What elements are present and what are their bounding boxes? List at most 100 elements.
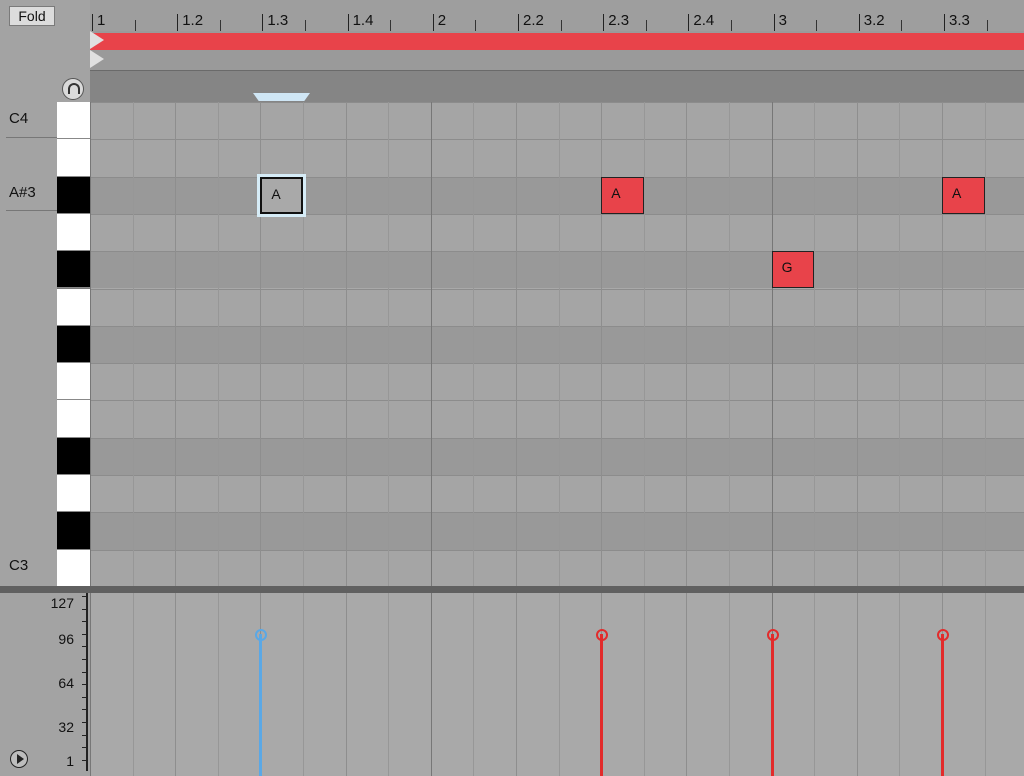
ruler-label: 1.3 (267, 12, 289, 29)
grid-line (558, 593, 560, 776)
grid-line (260, 102, 262, 586)
grid-line (856, 102, 858, 586)
start-marker-icon[interactable] (90, 50, 104, 68)
lane-divider (90, 213, 1024, 215)
grid-line (686, 593, 688, 776)
note-name-label: A#3 (9, 184, 36, 201)
velocity-scale-label: 1 (66, 753, 74, 769)
ruler-label: 2.2 (523, 12, 544, 29)
beat-ruler[interactable]: 1 1.2 1.3 1.4 2 2.2 2.3 2.4 3 3.2 3.3 (90, 0, 1024, 32)
start-marker-strip (90, 51, 1024, 70)
fold-button[interactable]: Fold (9, 6, 55, 26)
key-lane (90, 325, 1024, 364)
scroll-position-thumb[interactable] (253, 93, 310, 101)
velocity-bar[interactable] (770, 634, 774, 776)
ruler-tick (92, 14, 93, 31)
ruler-tick (773, 14, 775, 31)
grid-line (132, 102, 134, 586)
white-key[interactable] (57, 549, 90, 587)
black-key[interactable] (57, 251, 90, 289)
ruler-tick (432, 14, 434, 31)
black-key[interactable] (57, 437, 90, 475)
lane-divider (90, 325, 1024, 327)
key-lane (90, 102, 1024, 140)
loop-start-marker-icon[interactable] (90, 31, 104, 49)
note-name-label: C4 (9, 110, 29, 127)
loop-brace[interactable] (90, 33, 1024, 50)
grid-line (90, 102, 91, 586)
velocity-scale-tick (82, 608, 88, 610)
ruler-tick (858, 14, 860, 31)
white-key[interactable] (57, 139, 90, 177)
ruler-label: 2.3 (608, 12, 630, 29)
velocity-scale-tick (82, 696, 88, 698)
key-lane (90, 251, 1024, 289)
ruler-minor-tick (560, 20, 562, 31)
velocity-bar[interactable] (600, 634, 604, 776)
velocity-handle[interactable] (255, 629, 268, 642)
grid-line (899, 593, 901, 776)
velocity-scale-label: 127 (50, 595, 74, 611)
lane-divider (90, 512, 1024, 514)
grid-line (430, 102, 432, 586)
ruler-label: 3.3 (949, 12, 970, 29)
black-key[interactable] (57, 512, 90, 550)
ruler-tick (262, 14, 264, 31)
grid-line (303, 593, 304, 776)
midi-note[interactable]: A (601, 176, 644, 214)
play-icon[interactable] (10, 750, 28, 768)
grid-line (217, 593, 219, 776)
white-key[interactable] (57, 363, 90, 401)
lane-divider (90, 400, 1024, 402)
velocity-scale-label: 96 (58, 631, 74, 647)
grid-line (814, 593, 816, 776)
lane-divider (90, 475, 1024, 476)
ruler-minor-tick (134, 20, 136, 31)
ruler-minor-tick (901, 20, 903, 31)
piano-keyboard[interactable] (57, 102, 90, 587)
note-names-column: C4 A#3 C3 (0, 102, 57, 586)
black-key[interactable] (57, 325, 90, 364)
velocity-handle[interactable] (937, 629, 949, 642)
velocity-scale-tick (82, 684, 88, 686)
white-key[interactable] (57, 102, 90, 140)
velocity-scale-tick (82, 747, 88, 749)
grid-line (388, 593, 390, 776)
grid-line (516, 102, 517, 586)
midi-note[interactable]: A (942, 176, 985, 214)
grid-line (558, 102, 560, 586)
grid-line (984, 593, 986, 776)
headphones-preview-icon[interactable] (62, 78, 84, 100)
velocity-scale-label: 64 (58, 675, 74, 691)
key-lane (90, 475, 1024, 513)
white-key[interactable] (57, 288, 90, 326)
note-editor-grid[interactable]: A A A G (90, 102, 1024, 586)
grid-line (729, 102, 730, 586)
grid-line (388, 102, 390, 586)
velocity-scale-panel: 127 96 64 32 1 (0, 593, 90, 776)
velocity-bar[interactable] (259, 634, 263, 776)
scrub-area[interactable] (90, 70, 1024, 103)
grid-line (771, 102, 773, 586)
key-lane (90, 139, 1024, 177)
white-key[interactable] (57, 475, 90, 513)
lane-divider (90, 251, 1024, 253)
ruler-minor-tick (390, 20, 392, 31)
velocity-lane[interactable] (90, 593, 1024, 776)
grid-line (942, 102, 943, 586)
lane-splitter[interactable] (0, 586, 1024, 593)
key-lane (90, 400, 1024, 438)
midi-note[interactable]: G (771, 251, 815, 289)
ruler-label: 1.2 (182, 12, 204, 29)
velocity-scale-tick (82, 722, 88, 723)
velocity-bar[interactable] (941, 634, 944, 776)
black-key[interactable] (57, 176, 90, 214)
ruler-minor-tick (645, 20, 647, 31)
grid-line (643, 593, 645, 776)
white-key[interactable] (57, 213, 90, 252)
white-key[interactable] (57, 400, 90, 438)
velocity-handle[interactable] (766, 629, 779, 642)
velocity-handle[interactable] (596, 629, 609, 642)
grid-line (217, 102, 219, 586)
midi-note[interactable]: A (257, 173, 306, 217)
